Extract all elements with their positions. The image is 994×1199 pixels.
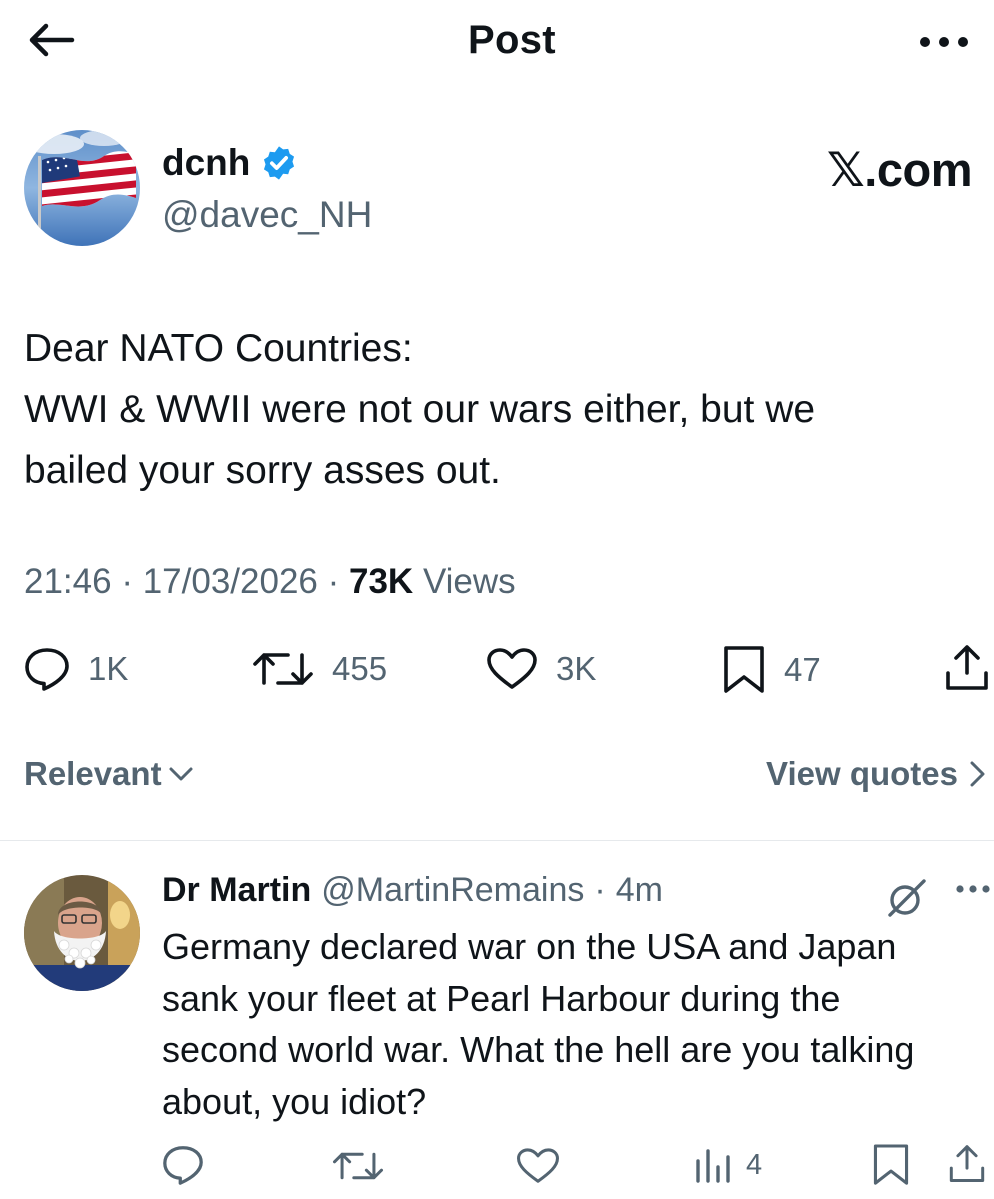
reply-count: 1K <box>88 650 129 687</box>
reply-reply-button[interactable] <box>162 1145 204 1185</box>
reply-like-button[interactable] <box>516 1147 560 1185</box>
reply-avatar[interactable] <box>24 875 140 991</box>
reply-icon <box>25 648 69 691</box>
reply-views-button[interactable]: 4 <box>694 1147 762 1183</box>
post-meta: 21:46 · 17/03/2026 · 73K Views <box>24 562 516 601</box>
repost-icon <box>253 653 313 685</box>
reply-author-name[interactable]: Dr Martin <box>162 871 311 910</box>
reply-actions: 4 <box>0 1141 994 1191</box>
chevron-down-icon <box>169 767 193 781</box>
share-icon <box>946 645 988 690</box>
post-date[interactable]: 17/03/2026 <box>143 562 318 601</box>
reply-views-count: 4 <box>746 1148 763 1181</box>
reply-repost-button[interactable] <box>332 1147 384 1185</box>
man-with-beard-avatar-image <box>24 875 140 991</box>
author-name-text: dcnh <box>162 142 251 183</box>
heart-icon <box>517 1148 559 1183</box>
reply-share-button[interactable] <box>948 1143 986 1185</box>
reply-text-line: Germany declared war on the USA and Japa… <box>162 926 897 967</box>
author-handle[interactable]: @davec_NH <box>162 194 372 236</box>
sort-dropdown[interactable]: Relevant <box>24 755 194 793</box>
post-text: Dear NATO Countries: WWI & WWII were not… <box>24 318 974 501</box>
top-bar: Post <box>0 0 994 90</box>
more-horizontal-icon <box>920 37 968 47</box>
post-text-line: Dear NATO Countries: <box>24 327 413 370</box>
share-icon <box>949 1145 985 1183</box>
bookmark-count: 47 <box>784 651 821 688</box>
more-options-button[interactable] <box>914 22 974 62</box>
page-title: Post <box>468 18 556 62</box>
reply-text-line: sank your fleet at Pearl Harbour during … <box>162 977 841 1019</box>
us-flag-avatar-image <box>24 130 140 246</box>
repost-icon <box>333 1152 383 1180</box>
reply-text-line: about, you idiot? <box>162 1080 427 1122</box>
sort-label: Relevant <box>24 755 162 792</box>
views-count: 73K <box>348 562 414 601</box>
like-button[interactable]: 3K <box>486 647 596 691</box>
repost-count: 455 <box>332 650 388 687</box>
views-label: Views <box>422 562 516 601</box>
verified-badge-icon <box>264 146 295 180</box>
like-count: 3K <box>556 650 597 687</box>
reply-header: Dr Martin @MartinRemains · 4m <box>162 871 663 910</box>
reply-author-handle[interactable]: @MartinRemains <box>321 871 584 910</box>
reply-bookmark-button[interactable] <box>872 1143 910 1187</box>
repost-button[interactable]: 455 <box>252 647 387 691</box>
grok-button[interactable] <box>884 875 930 926</box>
reply-button[interactable]: 1K <box>24 647 128 691</box>
views-chart-icon <box>696 1149 730 1183</box>
view-quotes-link[interactable]: View quotes <box>766 755 986 793</box>
reply-icon <box>163 1146 203 1185</box>
reply-text-line: second world war. What the hell are you … <box>162 1029 915 1070</box>
reply-more-button[interactable] <box>955 881 991 899</box>
x-com-watermark: 𝕏.com <box>826 143 973 196</box>
post-actions: 1K 455 3K 47 <box>0 643 994 703</box>
heart-icon <box>487 648 537 689</box>
chevron-right-icon <box>970 761 985 787</box>
post-text-line: WWI & WWII were not our wars either, but… <box>24 388 816 431</box>
avatar[interactable] <box>24 130 140 246</box>
more-horizontal-icon <box>956 885 990 893</box>
post-text-line: bailed your sorry asses out. <box>24 449 501 492</box>
post-time[interactable]: 21:46 <box>24 562 112 601</box>
divider <box>0 840 994 841</box>
bookmark-icon <box>724 646 764 693</box>
reply-time[interactable]: 4m <box>616 871 663 910</box>
reply-text: Germany declared war on the USA and Japa… <box>162 921 992 1127</box>
grok-icon <box>888 879 926 917</box>
share-button[interactable] <box>944 643 990 693</box>
author-name[interactable]: dcnh <box>162 142 298 184</box>
bookmark-button[interactable]: 47 <box>722 645 821 695</box>
bookmark-icon <box>873 1144 909 1185</box>
replies-sort-row: Relevant View quotes <box>0 755 994 805</box>
view-quotes-label: View quotes <box>766 755 958 792</box>
